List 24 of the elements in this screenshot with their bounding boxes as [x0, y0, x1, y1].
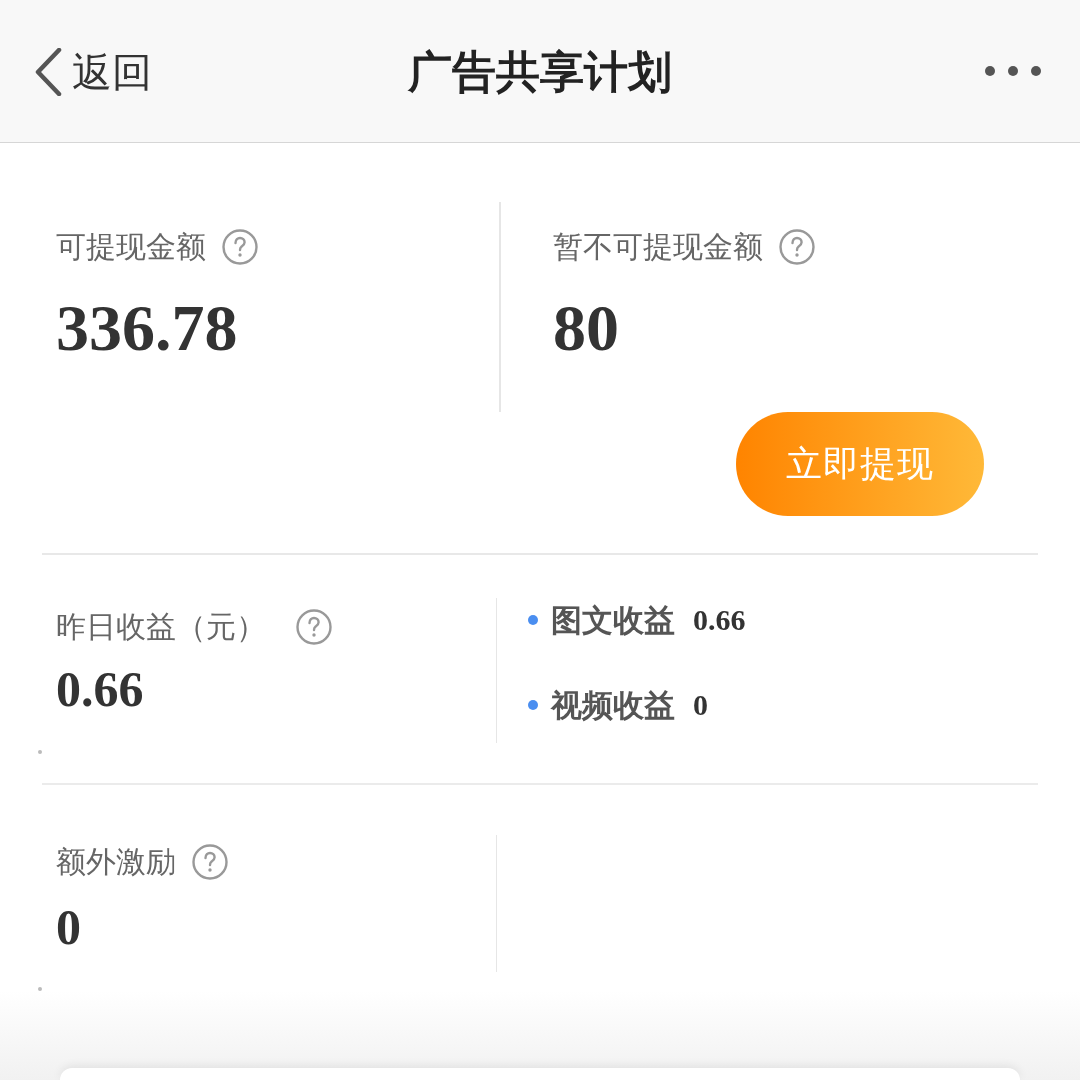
- help-icon[interactable]: [192, 844, 228, 880]
- earnings-amount: 0.66: [56, 661, 145, 717]
- balance-amount: 336.78: [56, 292, 239, 364]
- dot-icon: [38, 750, 42, 754]
- bonus-label: 额外激励: [56, 843, 176, 881]
- balance-label: 暂不可提现金额: [553, 228, 763, 266]
- help-icon[interactable]: [296, 609, 332, 645]
- dot-icon: [38, 987, 42, 991]
- earnings-type-amount: 0: [693, 687, 708, 723]
- balance-amount: 80: [553, 292, 620, 364]
- chevron-left-icon: [34, 48, 62, 96]
- bullet-dot-icon: [528, 615, 538, 625]
- earnings-label: 昨日收益（元）: [56, 608, 266, 646]
- page-title: 广告共享计划: [408, 44, 672, 99]
- earnings-type-label: 视频收益: [551, 686, 675, 725]
- earnings-type-amount: 0.66: [693, 602, 746, 638]
- help-icon[interactable]: [222, 229, 258, 265]
- help-icon[interactable]: [779, 229, 815, 265]
- more-icon[interactable]: [984, 65, 1042, 77]
- earnings-type-label: 图文收益: [551, 601, 675, 640]
- back-button[interactable]: 返回: [34, 44, 152, 100]
- balance-label: 可提现金额: [56, 228, 206, 266]
- bonus-amount: 0: [56, 899, 82, 955]
- bullet-dot-icon: [528, 700, 538, 710]
